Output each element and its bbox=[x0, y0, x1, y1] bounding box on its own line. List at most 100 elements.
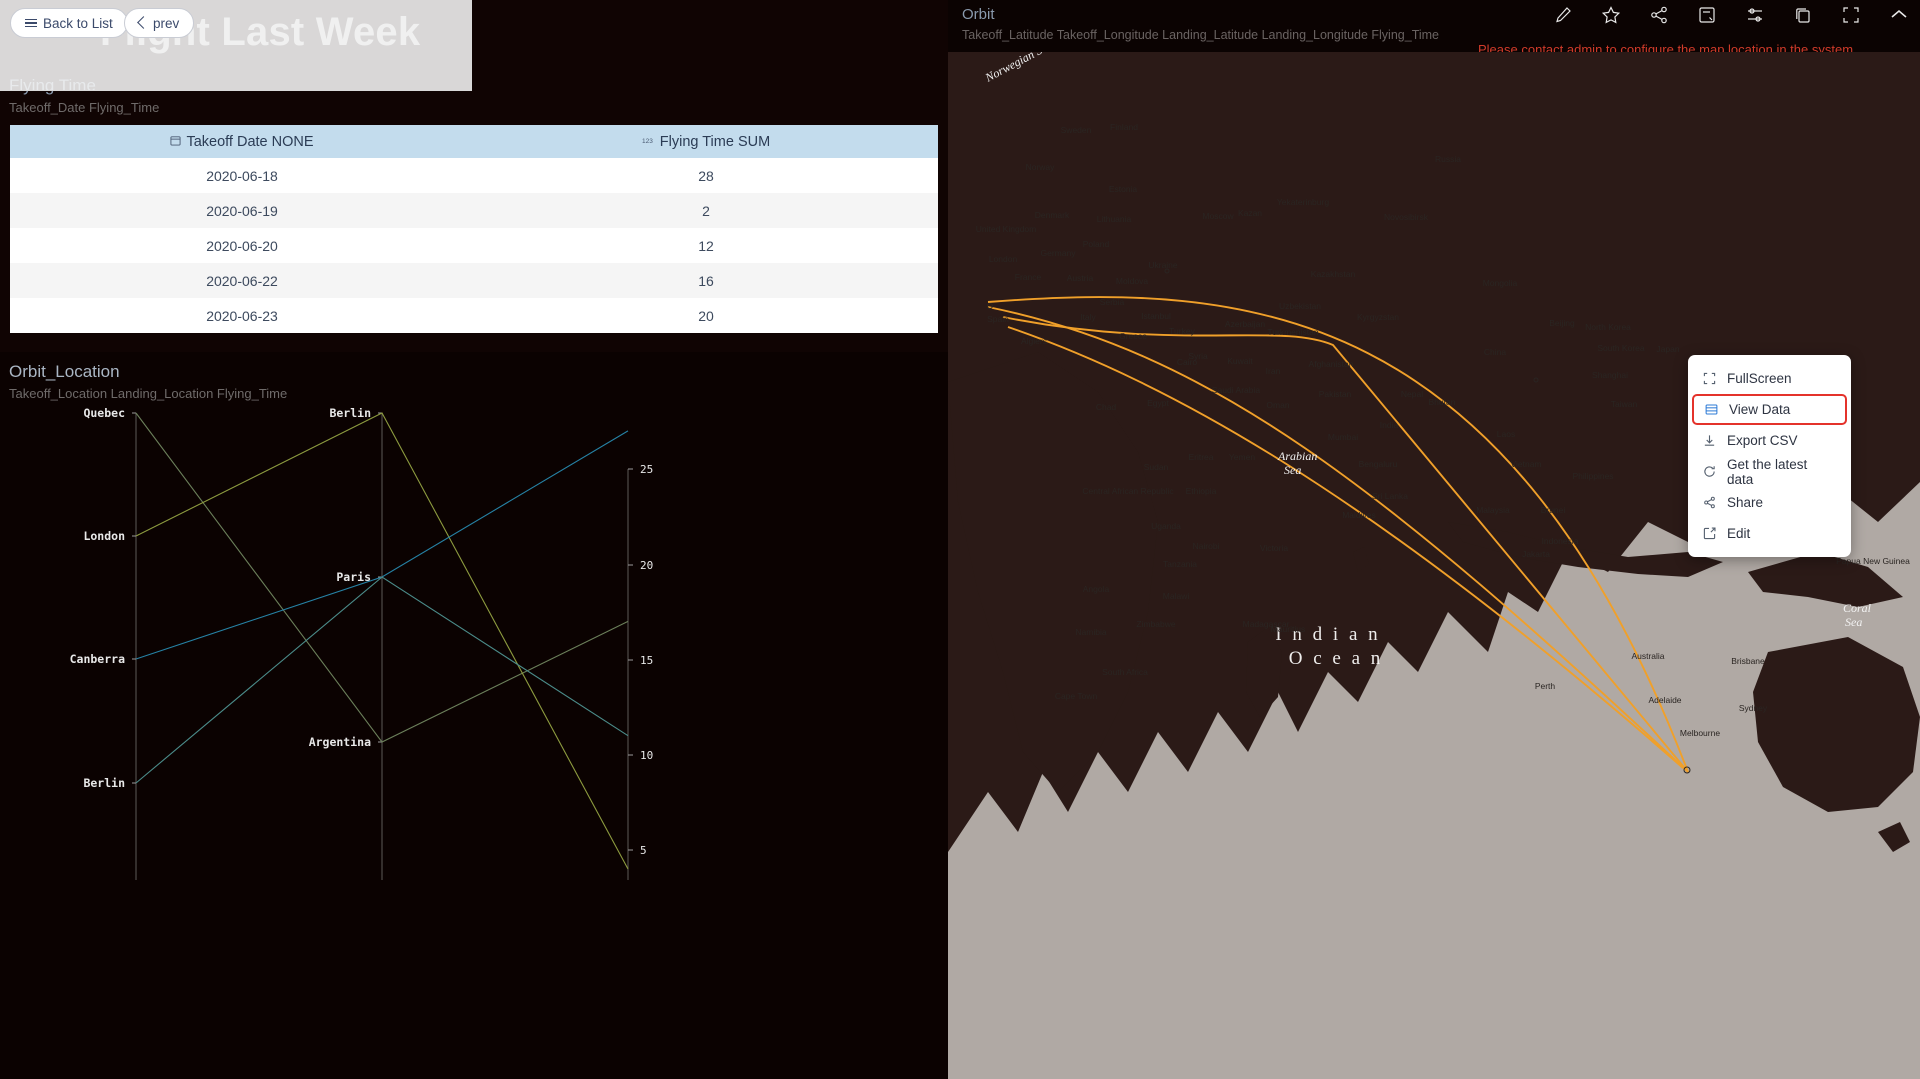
map-place-label: Russia bbox=[1435, 154, 1461, 164]
map-place-label: Kazan bbox=[1238, 208, 1262, 218]
context-menu-item-get-the-latest-data[interactable]: Get the latest data bbox=[1688, 456, 1851, 487]
column-header-takeoff-date[interactable]: Takeoff Date NONE bbox=[10, 125, 474, 158]
flying-time-table-wrapper: Takeoff Date NONE 123 Flying Time SUM 20… bbox=[10, 125, 938, 333]
map-place-label: Malaysia bbox=[1476, 505, 1510, 515]
axis-tick-label: Berlin bbox=[83, 776, 125, 790]
map-place-label: Beijing bbox=[1549, 318, 1575, 328]
context-menu-item-export-csv[interactable]: Export CSV bbox=[1688, 425, 1851, 456]
map-place-label: Kazakhstan bbox=[1311, 269, 1356, 279]
map-place-label: Poland bbox=[1083, 239, 1110, 249]
map-place-label: Turkmenistan bbox=[1267, 327, 1318, 337]
map-place-label: Brisbane bbox=[1731, 656, 1765, 666]
map-place-label: Melbourne bbox=[1680, 728, 1720, 738]
table-row[interactable]: 2020-06-18 28 bbox=[10, 158, 938, 193]
map-place-label: Chad bbox=[1096, 402, 1117, 412]
cell-flying-time: 28 bbox=[474, 158, 938, 193]
column-header-takeoff-date-label: Takeoff Date NONE bbox=[186, 133, 314, 150]
parallel-coordinates-chart[interactable]: Takeoff_LocationQuebecLondonCanberraBerl… bbox=[0, 408, 948, 1079]
map-place-label: Australia bbox=[1631, 651, 1664, 661]
context-menu-item-share[interactable]: Share bbox=[1688, 487, 1851, 518]
map-place-label: Angola bbox=[1083, 584, 1110, 594]
cell-flying-time: 16 bbox=[474, 263, 938, 298]
map-place-label: Adelaide bbox=[1648, 695, 1681, 705]
map-place-label: Vietnam bbox=[1510, 459, 1541, 469]
map-place-label: Oman bbox=[1266, 400, 1289, 410]
map-place-label: Zimbabwe bbox=[1136, 619, 1175, 629]
fullscreen-icon bbox=[1702, 372, 1717, 385]
edit-icon[interactable] bbox=[1552, 4, 1574, 26]
map-place-label: United Kingdom bbox=[976, 224, 1036, 234]
axis-tick-label: Canberra bbox=[70, 652, 125, 666]
note-icon[interactable] bbox=[1696, 4, 1718, 26]
map-place-label: Central African Republic bbox=[1082, 486, 1174, 496]
axis-tick-label: 10 bbox=[640, 749, 653, 762]
context-menu-item-edit[interactable]: Edit bbox=[1688, 518, 1851, 549]
table-row[interactable]: 2020-06-20 12 bbox=[10, 228, 938, 263]
chart-context-menu[interactable]: FullScreen View Data Export CSV Get the lat… bbox=[1688, 355, 1851, 557]
share-icon[interactable] bbox=[1648, 4, 1670, 26]
map-place-label: North Korea bbox=[1585, 322, 1631, 332]
map-place-label: Pakistan bbox=[1319, 389, 1352, 399]
map-place-label: Jakarta bbox=[1522, 549, 1550, 559]
map-place-label: Norway bbox=[1026, 162, 1056, 172]
context-menu-item-label: FullScreen bbox=[1727, 371, 1792, 386]
map-ocean-label: O c e a n bbox=[1289, 648, 1384, 669]
column-header-flying-time-label: Flying Time SUM bbox=[659, 133, 771, 150]
edit-square-icon bbox=[1702, 527, 1717, 540]
download-icon bbox=[1702, 434, 1717, 447]
map-sea-label: Arabian bbox=[1277, 449, 1317, 463]
map-place-label: Nairobi bbox=[1193, 541, 1220, 551]
axis-tick-label: 15 bbox=[640, 654, 653, 667]
orbit-map-subtitle: Takeoff_Latitude Takeoff_Longitude Landi… bbox=[962, 28, 1440, 42]
cell-takeoff-date: 2020-06-20 bbox=[10, 228, 474, 263]
context-menu-item-view-data[interactable]: View Data bbox=[1692, 394, 1847, 425]
table-row[interactable]: 2020-06-19 2 bbox=[10, 193, 938, 228]
prev-label: prev bbox=[153, 15, 180, 31]
orbit-map-header: Orbit Takeoff_Latitude Takeoff_Longitude… bbox=[948, 0, 1920, 57]
axis-tick-label: London bbox=[83, 529, 125, 543]
map-place-label: Malawi bbox=[1163, 591, 1190, 601]
map-place-label: Moldova bbox=[1116, 276, 1148, 286]
context-menu-item-fullscreen[interactable]: FullScreen bbox=[1688, 363, 1851, 394]
dashboard-left-column: Flight Last Week Flying Time Takeoff_Dat… bbox=[0, 0, 948, 1079]
map-place-label: Egypt bbox=[1147, 398, 1169, 408]
fullscreen-icon[interactable] bbox=[1840, 4, 1862, 26]
orbit-map-widget: Orbit Takeoff_Latitude Takeoff_Longitude… bbox=[948, 0, 1920, 1079]
column-header-flying-time[interactable]: 123 Flying Time SUM bbox=[474, 125, 938, 158]
collapse-chevron-icon[interactable] bbox=[1888, 4, 1910, 26]
map-place-label: Kuwait bbox=[1227, 356, 1253, 366]
map-place-label: Novosibirsk bbox=[1384, 212, 1429, 222]
table-row[interactable]: 2020-06-23 20 bbox=[10, 298, 938, 333]
map-place-label: China bbox=[1484, 347, 1506, 357]
star-icon[interactable] bbox=[1600, 4, 1622, 26]
copy-icon[interactable] bbox=[1792, 4, 1814, 26]
map-place-label: Istanbul bbox=[1141, 311, 1171, 321]
cell-takeoff-date: 2020-06-19 bbox=[10, 193, 474, 228]
map-place-label: Cape Town bbox=[1055, 691, 1098, 701]
axis-tick-label: 20 bbox=[640, 559, 653, 572]
orbit-map-canvas[interactable]: I n d i a n O c e a n Arabian Sea Coral … bbox=[948, 52, 1920, 1079]
analytics-icon[interactable] bbox=[1744, 4, 1766, 26]
map-place-label: Cairo bbox=[1177, 357, 1198, 367]
axis-tick-label: 25 bbox=[640, 463, 653, 476]
prev-button[interactable]: prev bbox=[124, 8, 195, 38]
orbit-location-widget-title: Orbit_Location bbox=[9, 362, 120, 381]
map-place-label: Yemen bbox=[1229, 452, 1255, 462]
map-place-label: Lithuania bbox=[1097, 214, 1132, 224]
axis-tick-label: 5 bbox=[640, 844, 647, 857]
map-place-label: Mauritius bbox=[1271, 624, 1305, 634]
cell-flying-time: 2 bbox=[474, 193, 938, 228]
map-sea-label: Sea bbox=[1845, 615, 1862, 629]
back-to-list-button[interactable]: Back to List bbox=[10, 8, 128, 38]
map-place-label: Germany bbox=[1041, 248, 1077, 258]
map-place-label: Algiers bbox=[1021, 336, 1047, 346]
axis-tick-label: Berlin bbox=[329, 408, 371, 420]
map-place-label: Yekaterinburg bbox=[1277, 197, 1329, 207]
map-place-label: France bbox=[1015, 272, 1042, 282]
table-row[interactable]: 2020-06-22 16 bbox=[10, 263, 938, 298]
map-place-label: Papua New Guinea bbox=[1836, 556, 1910, 566]
map-place-label: Austria bbox=[1067, 273, 1094, 283]
hamburger-icon bbox=[25, 18, 37, 28]
flying-time-widget: Flying Time Takeoff_Date Flying_Time Tak… bbox=[0, 76, 948, 333]
map-place-label: Maldives bbox=[1342, 510, 1376, 520]
